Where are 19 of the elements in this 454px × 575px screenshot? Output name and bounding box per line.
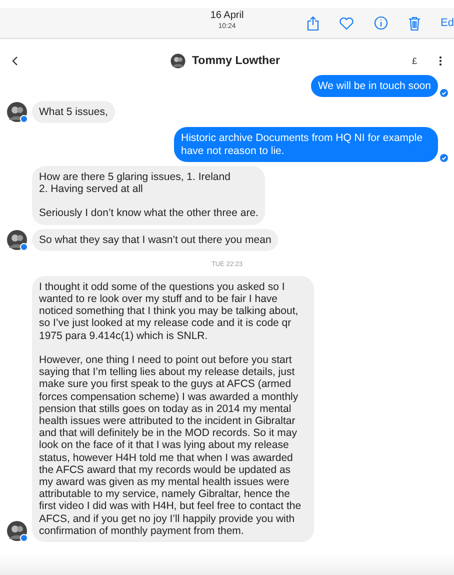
read-check-icon	[440, 154, 448, 162]
sent-message: We will be in touch soon	[310, 75, 438, 98]
received-message: I thought it odd some of the questions you asked so I wanted to re look over my stuff and to be fair I have noticed something that I think you may be talking about, so I’ve just looked at my release code and it is code qr 1975 para 9.414c(1) which is SNLR. However, one thing I need to point out before you start saying that I’m telling lies about my release details, just make sure you first speak to the guys at AFCS (armed forces compensation scheme) I was awarded a monthly pension that stills goes on today as in 2014 my mental health issues were attributed to the incident in Gibraltar and that will definitely be in the MOD records. So it may look on the face of it that I was lying about my release status, however H4H told me that when I was awarded the AFCS award that my records would be updated as my award was given as my mental health issues were attributable to my service, namely Gibraltar, hence the first video I did was with H4H, but feel free to contact the AFCS, and if you get no joy I’ll happily provide you with confirmation of monthly payment from them.	[32, 276, 314, 542]
share-icon[interactable]	[306, 16, 319, 30]
received-message: How are there 5 glaring issues, 1. Ireland 2. Having served at all Seriously I don’t know what the other three are.	[32, 166, 266, 225]
trash-icon[interactable]	[408, 16, 421, 30]
more-icon[interactable]	[439, 56, 442, 66]
avatar	[170, 53, 186, 69]
read-check-icon	[440, 89, 448, 98]
back-icon[interactable]	[12, 56, 18, 66]
photo-date: 16 April	[210, 10, 244, 22]
contact-name: Tommy Lowther	[192, 55, 280, 67]
heart-icon[interactable]	[338, 16, 354, 30]
info-icon[interactable]	[374, 16, 388, 30]
edit-button[interactable]: Ed	[440, 17, 454, 29]
currency-icon[interactable]: £	[412, 56, 417, 66]
sent-message: Historic archive Documents from HQ NI for example have not reason to lie.	[174, 127, 438, 162]
received-message: So what they say that I wasn’t out there you mean	[32, 228, 278, 251]
received-message: What 5 issues,	[32, 101, 115, 124]
